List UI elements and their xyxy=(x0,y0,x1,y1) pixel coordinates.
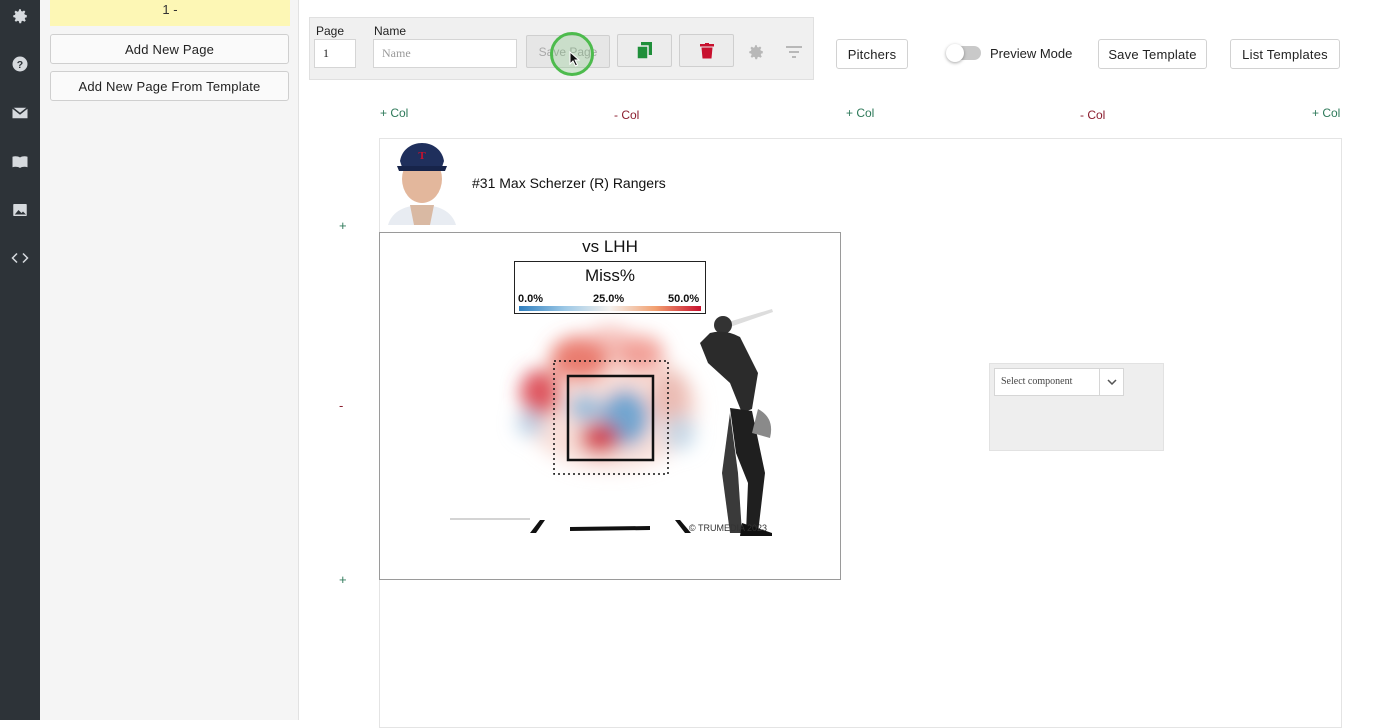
heatmap-graphic xyxy=(450,309,773,536)
help-icon[interactable]: ? xyxy=(10,54,30,74)
component-slot: Select component xyxy=(989,363,1164,451)
name-label: Name xyxy=(374,24,407,38)
icon-rail: ? xyxy=(0,0,40,720)
remove-row[interactable]: - xyxy=(339,398,343,413)
mail-icon[interactable] xyxy=(10,103,30,123)
player-name: #31 Max Scherzer (R) Rangers xyxy=(472,175,666,191)
save-template-button[interactable]: Save Template xyxy=(1098,39,1207,69)
select-component-dropdown[interactable]: Select component xyxy=(994,368,1124,396)
pitchers-button[interactable]: Pitchers xyxy=(836,39,908,69)
remove-col-2[interactable]: - Col xyxy=(1080,108,1105,122)
page-tab-1[interactable]: 1 - xyxy=(50,0,290,26)
code-icon[interactable] xyxy=(10,248,30,268)
player-headshot: T xyxy=(380,139,465,225)
heat-blobs xyxy=(516,326,698,470)
add-row-above[interactable]: + xyxy=(339,218,347,233)
add-col-3[interactable]: + Col xyxy=(1312,106,1340,120)
settings-icon[interactable] xyxy=(746,42,766,62)
page-label: Page xyxy=(316,24,345,38)
batter-silhouette xyxy=(700,309,773,536)
gear-icon[interactable] xyxy=(10,6,30,26)
toggle-knob xyxy=(946,44,964,62)
add-col-1[interactable]: + Col xyxy=(380,106,408,120)
remove-col-1[interactable]: - Col xyxy=(614,108,639,122)
mouse-pointer-icon xyxy=(569,51,581,67)
add-col-2[interactable]: + Col xyxy=(846,106,874,120)
name-input[interactable]: Name xyxy=(373,39,517,68)
home-plate-lines xyxy=(450,518,691,533)
heatmap-chart[interactable]: vs LHH Miss% 0.0% 25.0% 50.0% © TRUMEDIA… xyxy=(379,232,841,580)
select-component-value: Select component xyxy=(1001,376,1073,387)
svg-text:T: T xyxy=(418,150,426,162)
copy-page-button[interactable] xyxy=(617,34,672,67)
add-page-from-template-button[interactable]: Add New Page From Template xyxy=(50,71,289,101)
copy-icon xyxy=(636,41,652,60)
trash-icon xyxy=(699,42,714,58)
list-templates-button[interactable]: List Templates xyxy=(1230,39,1340,69)
pages-panel: 1 - Add New Page Add New Page From Templ… xyxy=(40,0,299,720)
watermark: © TRUMEDIA 2023 xyxy=(689,523,767,533)
add-new-page-button[interactable]: Add New Page xyxy=(50,34,289,64)
svg-text:?: ? xyxy=(17,59,23,71)
delete-page-button[interactable] xyxy=(679,34,734,67)
preview-mode-label: Preview Mode xyxy=(990,46,1073,61)
add-row-below[interactable]: + xyxy=(339,572,347,587)
chevron-down-icon[interactable] xyxy=(1099,369,1123,395)
book-icon[interactable] xyxy=(10,152,30,172)
preview-mode-toggle[interactable] xyxy=(946,44,981,62)
image-icon[interactable] xyxy=(10,200,30,220)
filter-icon[interactable] xyxy=(784,42,804,62)
page-number-input[interactable]: 1 xyxy=(314,39,356,68)
